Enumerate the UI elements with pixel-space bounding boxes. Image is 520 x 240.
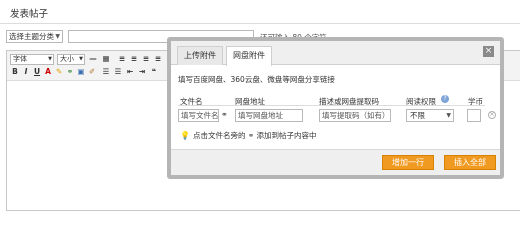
divider (0, 23, 520, 24)
read-permission-value: 不限 (410, 111, 425, 120)
divider (178, 105, 485, 106)
tab-upload-attachment[interactable]: 上传附件 (177, 46, 223, 65)
dialog-description: 填写百度网盘、360云盘、微盘等网盘分享链接 (178, 75, 335, 84)
hint-text-before: 点击文件名旁的 (192, 131, 246, 140)
font-size-select[interactable]: 大小 ▼ (57, 54, 85, 65)
subject-category-select[interactable]: 选择主题分类 ▼ (6, 30, 63, 43)
bulb-icon: 💡 (180, 131, 190, 140)
chevron-down-icon: ▼ (79, 56, 83, 62)
post-page: 发表帖子 选择主题分类 ▼ 还可输入 80 个字符 字体 ▼ 大小 ▼ — ▦ … (0, 0, 520, 211)
italic-button[interactable]: I (21, 67, 31, 77)
dialog-footer: 增加一行 插入全部 (171, 149, 500, 175)
close-icon[interactable]: × (483, 46, 494, 57)
filename-input[interactable]: 填写文件名 (178, 109, 219, 122)
outdent-icon[interactable]: ⇤ (125, 67, 135, 77)
insert-hint: 💡 点击文件名旁的 ⚭ 添加到帖子内容中 (180, 130, 317, 141)
link-icon[interactable]: ⚭ (221, 110, 228, 119)
font-family-label: 字体 (13, 55, 27, 63)
chevron-down-icon: ▼ (48, 56, 52, 62)
subject-category-label: 选择主题分类 (9, 32, 54, 41)
read-permission-select[interactable]: 不限 ▼ (406, 109, 454, 122)
unordered-list-icon[interactable]: ☰ (113, 67, 123, 77)
highlight-icon[interactable]: ✎ (54, 67, 64, 77)
font-family-select[interactable]: 字体 ▼ (10, 54, 54, 65)
extraction-code-input[interactable]: 填写提取码（如有） (319, 109, 391, 122)
chevron-down-icon: ▼ (55, 33, 60, 40)
text-color-button[interactable]: A (43, 67, 53, 77)
bold-button[interactable]: B (10, 67, 20, 77)
netdisk-url-input[interactable]: 填写网盘地址 (235, 109, 303, 122)
ordered-list-icon[interactable]: ☰ (101, 67, 111, 77)
indent-icon[interactable]: ⇥ (137, 67, 147, 77)
font-size-label: 大小 (60, 55, 74, 63)
dialog-header: 上传附件 网盘附件 × (171, 41, 500, 66)
page-title: 发表帖子 (10, 9, 49, 20)
quote-icon[interactable]: ❝ (149, 67, 159, 77)
image-icon[interactable]: ▣ (76, 67, 86, 77)
tab-netdisk-attachment[interactable]: 网盘附件 (226, 46, 272, 66)
chevron-down-icon: ▼ (446, 112, 451, 119)
underline-button[interactable]: U (32, 67, 42, 77)
delete-icon[interactable]: × (488, 111, 496, 119)
netdisk-attachment-dialog: 上传附件 网盘附件 × 填写百度网盘、360云盘、微盘等网盘分享链接 文件名 网… (167, 37, 504, 179)
hint-text-after: 添加到帖子内容中 (256, 131, 317, 140)
coin-input[interactable] (467, 109, 481, 122)
format-brush-icon[interactable]: ✐ (87, 67, 97, 77)
link-insert-icon[interactable]: ⚭ (65, 67, 75, 77)
help-icon[interactable]: ? (441, 95, 449, 103)
align-right-icon[interactable]: ≡ (141, 54, 151, 64)
table-icon[interactable]: ▦ (101, 54, 111, 64)
add-row-button[interactable]: 增加一行 (382, 155, 434, 170)
insert-all-button[interactable]: 插入全部 (444, 155, 496, 170)
horizontal-rule-icon[interactable]: — (88, 54, 98, 64)
link-icon: ⚭ (247, 131, 255, 140)
align-justify-icon[interactable]: ≡ (153, 54, 163, 64)
align-left-icon[interactable]: ≡ (117, 54, 127, 64)
align-center-icon[interactable]: ≡ (129, 54, 139, 64)
